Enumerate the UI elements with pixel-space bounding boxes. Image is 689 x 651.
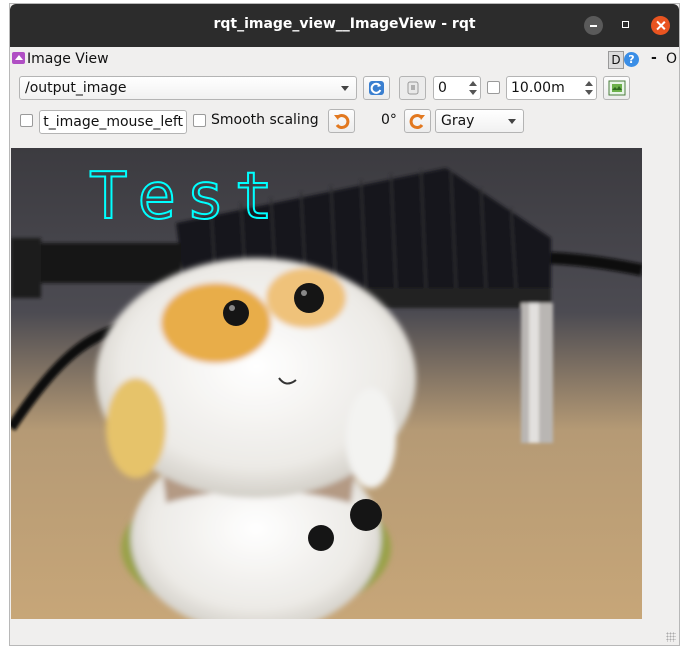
rqt-window: rqt_image_view__ImageView - rqt Image Vi… [9,3,680,646]
refresh-icon [369,81,384,95]
mouse-click-topic-value: t_image_mouse_left [43,114,183,130]
plugin-title: Image View [27,51,109,67]
smooth-scaling-label[interactable]: Smooth scaling [211,112,319,128]
camera-frame: Test [11,148,642,619]
max-range-checkbox[interactable] [487,81,500,94]
publish-click-checkbox[interactable] [20,114,33,127]
close-plugin-button[interactable]: O [666,51,677,67]
spin-up-icon[interactable] [585,81,593,86]
plugin-header: Image View D ? - O [10,49,679,71]
maximize-button[interactable] [617,16,636,35]
colormap-select[interactable]: Gray [435,109,524,133]
rotation-label: 0° [381,112,397,128]
fit-icon [608,80,626,96]
spin-up-icon[interactable] [469,81,477,86]
spin-arrows[interactable] [582,77,596,99]
rotate-left-button[interactable] [328,109,355,133]
colormap-value: Gray [441,113,475,129]
smooth-scaling-checkbox[interactable] [193,114,206,127]
window-title: rqt_image_view__ImageView - rqt [213,16,476,32]
save-image-button[interactable] [399,76,426,100]
mouse-click-topic-input[interactable]: t_image_mouse_left [39,110,187,134]
chevron-down-icon [341,86,349,91]
zoom-fit-button[interactable] [603,76,630,100]
gridlines-value: 0 [438,80,447,96]
chevron-down-icon [508,119,516,124]
overlay-text: Test [89,160,283,234]
resize-grip[interactable] [666,632,676,642]
max-range-value: 10.00m [511,80,565,96]
rotate-ccw-icon [334,114,350,130]
rotate-cw-icon [409,114,425,130]
image-view-icon [12,52,25,64]
refresh-topics-button[interactable] [363,76,390,100]
topic-select-value: /output_image [25,80,127,96]
save-icon [407,81,419,95]
spin-down-icon[interactable] [585,90,593,95]
image-display[interactable]: Test [11,148,642,619]
spin-arrows[interactable] [466,77,480,99]
gridlines-spinbox[interactable]: 0 [433,76,481,100]
rotate-right-button[interactable] [404,109,431,133]
max-range-spinbox[interactable]: 10.00m [506,76,597,100]
help-button[interactable]: ? [624,52,639,67]
dock-button[interactable]: D [608,51,624,69]
topic-select[interactable]: /output_image [19,76,357,100]
title-bar[interactable]: rqt_image_view__ImageView - rqt [10,4,679,47]
minimize-button[interactable] [584,16,603,35]
hide-title-button[interactable]: - [651,50,657,66]
spin-down-icon[interactable] [469,90,477,95]
close-window-button[interactable] [651,16,670,35]
